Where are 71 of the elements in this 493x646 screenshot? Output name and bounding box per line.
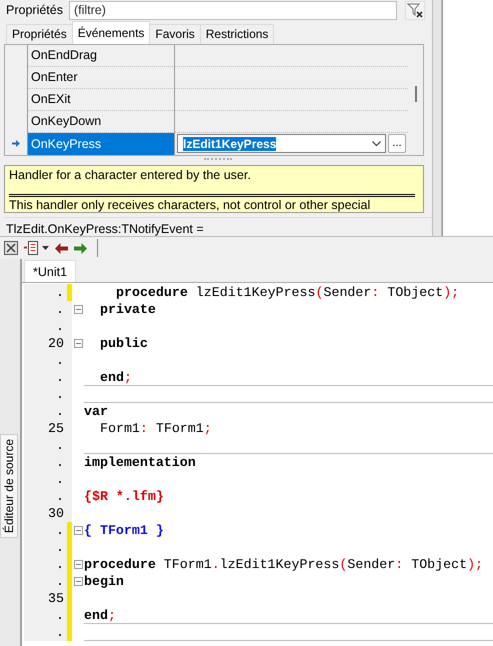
inspector-tab[interactable]: Événements: [72, 20, 150, 44]
code-line: begin: [84, 574, 124, 589]
fold-icon: [74, 560, 82, 569]
hint-summary: Handler for a character entered by the user.: [9, 168, 415, 197]
chevron-down-icon: [372, 140, 381, 147]
line-number: 25: [24, 420, 67, 437]
code-line: var: [84, 404, 108, 419]
line-number: .: [24, 522, 67, 539]
line-number: .: [24, 352, 67, 369]
event-name[interactable]: OnEXit: [28, 88, 175, 111]
line-number: .: [24, 369, 67, 386]
back-button[interactable]: [55, 242, 68, 254]
close-button[interactable]: [4, 241, 18, 255]
fold-icon: [74, 339, 82, 348]
ellipsis-button[interactable]: ...: [388, 134, 406, 154]
line-number: .: [24, 301, 67, 318]
inspector-tab[interactable]: Propriétés: [6, 24, 73, 44]
fold-icon: [74, 305, 82, 314]
left-arrow-icon: [55, 242, 68, 254]
code-line: { TForm1 }: [84, 523, 164, 538]
funnel-clear-icon: [406, 2, 423, 18]
fold-icon: [74, 577, 82, 586]
event-signature: TlzEdit.OnKeyPress:TNotifyEvent =: [4, 217, 432, 236]
line-number: .: [24, 386, 67, 403]
code-line: Form1: TForm1;: [100, 421, 212, 436]
line-number: 30: [24, 505, 67, 522]
source-editor-tab[interactable]: Éditeur de source: [0, 434, 18, 538]
hint-detail: This handler only receives characters, not control or other special: [9, 197, 372, 212]
handler-combo[interactable]: lzEdit1KeyPress: [177, 134, 386, 154]
line-number: .: [24, 488, 67, 505]
line-number: .: [24, 403, 67, 420]
code-line: end;: [84, 608, 116, 623]
line-number: .: [24, 539, 67, 556]
line-number: 20: [24, 335, 67, 352]
forward-button[interactable]: [74, 242, 87, 254]
event-name[interactable]: OnEndDrag: [28, 44, 175, 67]
code-editor[interactable]: [22, 282, 493, 646]
line-number: .: [24, 573, 67, 590]
filter-field[interactable]: (filtre): [68, 0, 397, 20]
line-number: .: [24, 556, 67, 573]
event-name[interactable]: OnEnter: [28, 66, 175, 89]
event-name[interactable]: OnKeyPress: [28, 132, 175, 155]
close-icon: [4, 241, 18, 255]
line-number: .: [24, 284, 67, 301]
code-line: procedure lzEdit1KeyPress(Sender: TObject);: [116, 285, 460, 300]
clear-filter-button[interactable]: [404, 0, 425, 20]
arrow-icon: [12, 140, 20, 148]
code-line: implementation: [84, 455, 196, 470]
line-number: .: [24, 437, 67, 454]
document-icon: [24, 240, 40, 256]
fold-icon: [74, 526, 82, 535]
code-line: public: [100, 336, 148, 351]
event-value-cell[interactable]: lzEdit1KeyPress ...: [175, 132, 408, 155]
line-number: .: [24, 454, 67, 471]
jump-to-button[interactable]: [24, 240, 49, 256]
code-line: {$R *.lfm}: [84, 489, 164, 504]
inspector-tab[interactable]: Restrictions: [200, 24, 274, 44]
line-number: .: [24, 624, 67, 641]
editor-tab[interactable]: *Unit1: [24, 260, 76, 282]
splitter-grip[interactable]: [204, 158, 232, 162]
filter-label: Propriétés: [5, 3, 63, 18]
scrollbar-thumb[interactable]: [414, 86, 416, 102]
line-number: .: [24, 471, 67, 488]
caret-icon: [42, 246, 49, 250]
code-line: procedure TForm1.lzEdit1KeyPress(Sender: TObject);: [84, 557, 484, 572]
code-line: end;: [100, 370, 132, 385]
line-number: .: [24, 318, 67, 335]
code-line: private: [100, 302, 156, 317]
line-number: 35: [24, 590, 67, 607]
right-arrow-icon: [74, 242, 87, 254]
line-number: .: [24, 607, 67, 624]
